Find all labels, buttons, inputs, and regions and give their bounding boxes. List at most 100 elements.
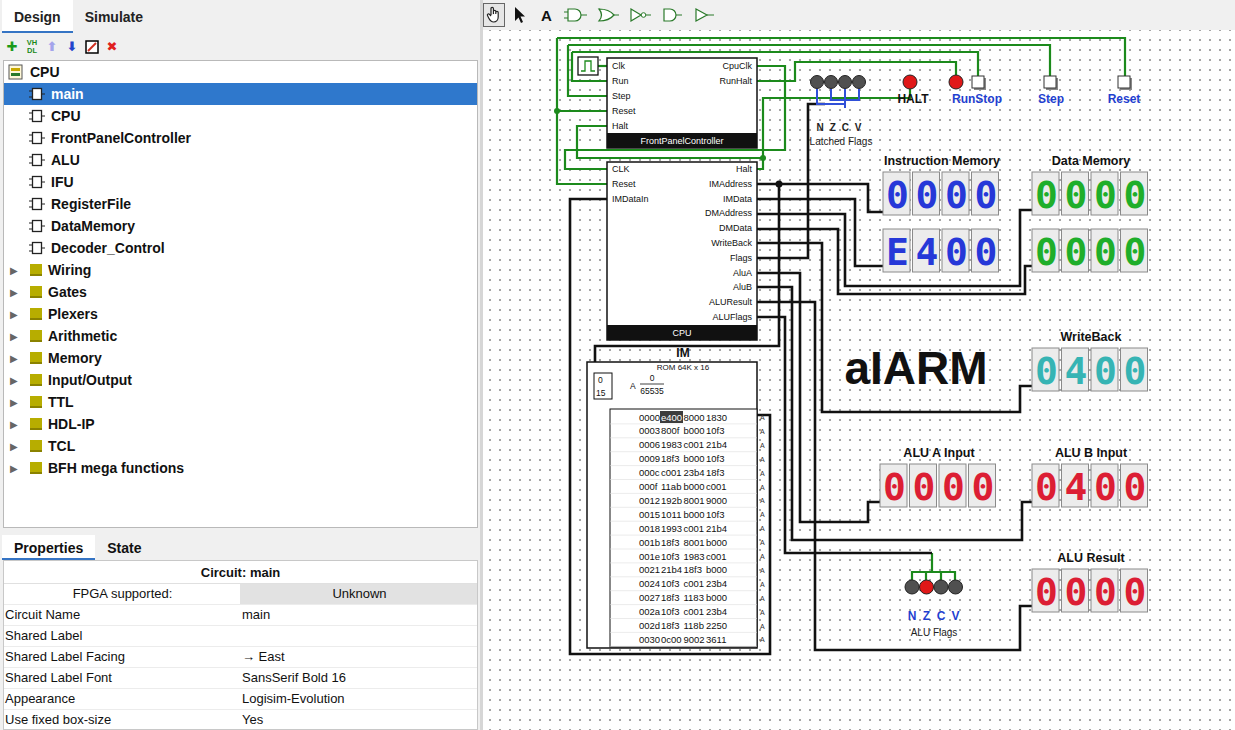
- rom-cell[interactable]: 1830: [706, 412, 727, 423]
- rom-cell[interactable]: 1011: [661, 509, 681, 520]
- signal-wire[interactable]: [925, 572, 927, 580]
- flag-wire[interactable]: [844, 89, 846, 108]
- bus-wire[interactable]: [757, 273, 880, 522]
- property-row[interactable]: Circuit Namemain: [4, 605, 477, 626]
- property-row[interactable]: Shared Label Facing→ East: [4, 647, 477, 668]
- text-tool[interactable]: A: [535, 3, 558, 27]
- tree-circuit[interactable]: ALU: [4, 149, 477, 171]
- rom-cell[interactable]: c001: [684, 578, 705, 589]
- rom-cell[interactable]: 10f3: [661, 578, 680, 589]
- tree-library[interactable]: ▶Input/Output: [4, 369, 477, 391]
- move-up-button[interactable]: ⬆: [44, 38, 60, 56]
- rom-cell[interactable]: 21b4: [661, 564, 682, 575]
- signal-wire[interactable]: [557, 110, 607, 112]
- bus-wire[interactable]: [757, 229, 1032, 294]
- tree-circuit[interactable]: main: [4, 83, 477, 105]
- rom-cell[interactable]: 1993: [661, 523, 682, 534]
- signal-wire[interactable]: [598, 65, 607, 67]
- signal-wire[interactable]: [940, 572, 942, 580]
- rom-cell[interactable]: c001: [684, 606, 705, 617]
- push-button[interactable]: [972, 76, 986, 90]
- expand-toggle[interactable]: ▶: [10, 265, 24, 276]
- rom-cell[interactable]: b000: [706, 537, 727, 548]
- rom-cell[interactable]: c001: [661, 467, 682, 478]
- panel-tab[interactable]: Simulate: [73, 0, 155, 33]
- signal-wire[interactable]: [572, 52, 607, 81]
- rom-cell[interactable]: 21b4: [706, 439, 727, 450]
- or-gate-tool[interactable]: [594, 3, 622, 27]
- bus-wire[interactable]: [757, 199, 883, 266]
- rom-cell[interactable]: 23b4: [706, 606, 727, 617]
- instruction-rom[interactable]: IMROM 64K x 16015A0655350000e40080001830…: [587, 346, 765, 648]
- expand-toggle[interactable]: ▶: [10, 441, 24, 452]
- rom-cell[interactable]: 118b: [684, 620, 704, 631]
- expand-toggle[interactable]: ▶: [10, 287, 24, 298]
- bus-wire[interactable]: [757, 287, 1032, 540]
- rom-cell[interactable]: 8000: [684, 412, 705, 423]
- rom-cell[interactable]: b000: [706, 564, 727, 575]
- expand-toggle[interactable]: ▶: [10, 309, 24, 320]
- rom-cell[interactable]: 10f3: [706, 453, 725, 464]
- rom-cell[interactable]: 3611: [706, 634, 726, 645]
- rom-cell[interactable]: e400: [660, 411, 683, 423]
- tree-library[interactable]: ▶Memory: [4, 347, 477, 369]
- rom-cell[interactable]: 0c00: [661, 634, 682, 645]
- rom-cell[interactable]: 9000: [706, 495, 727, 506]
- rom-cell[interactable]: 800f: [661, 425, 680, 436]
- expand-toggle[interactable]: ▶: [10, 331, 24, 342]
- not-gate-tool[interactable]: [626, 3, 654, 27]
- tree-circuit[interactable]: FrontPanelController: [4, 127, 477, 149]
- button-indicator[interactable]: Reset: [1108, 76, 1141, 106]
- property-row[interactable]: Shared Label: [4, 626, 477, 647]
- rom-cell[interactable]: c001: [684, 523, 705, 534]
- tree-circuit[interactable]: DataMemory: [4, 215, 477, 237]
- front-panel-controller[interactable]: FrontPanelControllerClkRunStepResetHaltC…: [607, 58, 757, 148]
- add-circuit-button[interactable]: ✚: [4, 38, 20, 56]
- rom-cell[interactable]: 10f3: [661, 551, 680, 562]
- tree-library[interactable]: ▶Plexers: [4, 303, 477, 325]
- rom-cell[interactable]: 1983: [684, 551, 705, 562]
- rom-cell[interactable]: 8001: [684, 495, 705, 506]
- signal-wire[interactable]: [912, 553, 932, 580]
- rom-cell[interactable]: b000: [684, 509, 705, 520]
- rom-cell[interactable]: 11ab: [661, 481, 681, 492]
- cpu-block[interactable]: CPUCLKResetIMDataInHaltIMAddressIMDataDM…: [607, 162, 757, 340]
- signal-wire[interactable]: [932, 572, 955, 580]
- move-down-button[interactable]: ⬇: [64, 38, 80, 56]
- tree-library[interactable]: ▶Arithmetic: [4, 325, 477, 347]
- rom-cell[interactable]: c001: [706, 481, 727, 492]
- rom-cell[interactable]: 18f3: [661, 620, 680, 631]
- rom-cell[interactable]: 9002: [684, 634, 705, 645]
- property-row[interactable]: AppearanceLogisim-Evolution: [4, 689, 477, 710]
- rom-cell[interactable]: 18f3: [661, 592, 680, 603]
- tree-library[interactable]: ▶Gates: [4, 281, 477, 303]
- expand-toggle[interactable]: ▶: [10, 419, 24, 430]
- tree-project[interactable]: CPU: [4, 61, 477, 83]
- clock[interactable]: [578, 57, 598, 75]
- flag-wire[interactable]: [845, 89, 859, 100]
- rom-cell[interactable]: 21b4: [706, 523, 727, 534]
- expand-toggle[interactable]: ▶: [10, 463, 24, 474]
- tree-circuit[interactable]: IFU: [4, 171, 477, 193]
- rom-cell[interactable]: b000: [706, 592, 727, 603]
- rom-cell[interactable]: 10f3: [706, 425, 725, 436]
- bus-wire[interactable]: [757, 302, 1032, 650]
- rom-cell[interactable]: 192b: [661, 495, 682, 506]
- push-button[interactable]: [1044, 76, 1058, 90]
- rom-cell[interactable]: b000: [684, 453, 705, 464]
- push-button[interactable]: [1118, 76, 1132, 90]
- rom-cell[interactable]: 23b4: [684, 467, 705, 478]
- property-row[interactable]: FPGA supported:Unknown: [4, 584, 477, 605]
- rom-cell[interactable]: 1183: [684, 592, 704, 603]
- property-row[interactable]: Shared Label FontSansSerif Bold 16: [4, 668, 477, 689]
- led-indicator[interactable]: HALT: [897, 75, 929, 106]
- rom-cell[interactable]: 18f3: [706, 467, 725, 478]
- led-button-indicator[interactable]: RunStop: [949, 75, 1002, 106]
- flag-wire[interactable]: [817, 89, 845, 104]
- rom-cell[interactable]: c001: [706, 551, 727, 562]
- expand-toggle[interactable]: ▶: [10, 375, 24, 386]
- rom-cell[interactable]: 2250: [706, 620, 727, 631]
- and-gate-tool[interactable]: [562, 3, 590, 27]
- rom-cell[interactable]: b000: [684, 425, 705, 436]
- tree-circuit[interactable]: RegisterFile: [4, 193, 477, 215]
